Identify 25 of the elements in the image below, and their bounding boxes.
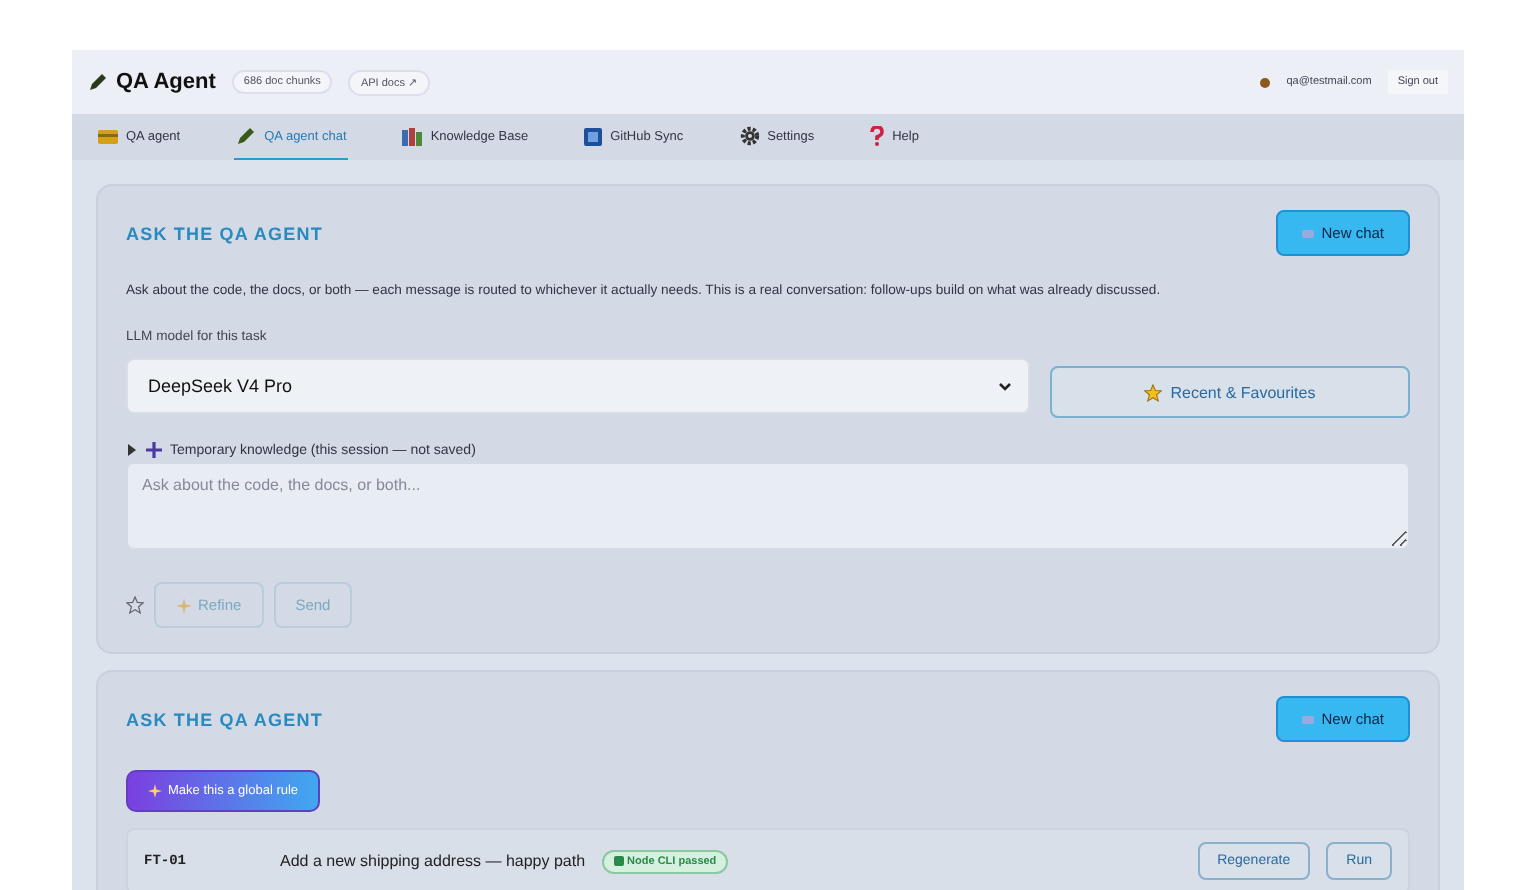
question-input[interactable]: Ask about the code, the docs, or both... [126, 462, 1410, 550]
panel-title: ASK THE QA AGENT [126, 709, 323, 729]
recent-favourites-button[interactable]: Recent & Favourites [1050, 366, 1410, 418]
pencil-icon [88, 72, 108, 92]
help-icon [870, 126, 885, 146]
sparkle-icon [176, 597, 192, 613]
favourite-star-icon[interactable] [126, 596, 144, 614]
plus-icon [146, 442, 162, 458]
disclosure-triangle-icon [126, 444, 138, 456]
app-title: QA Agent [116, 70, 216, 94]
settings-icon [739, 126, 760, 146]
user-icon [1260, 77, 1271, 87]
chevron-down-icon [998, 381, 1012, 391]
star-icon [1144, 383, 1163, 401]
card-icon [98, 129, 118, 143]
books-icon [402, 127, 423, 145]
model-select[interactable]: DeepSeek V4 Pro [126, 358, 1030, 414]
test-title: Add a new shipping address — happy path [280, 852, 586, 870]
sparkle-icon [148, 784, 162, 798]
chat-icon [1301, 229, 1314, 237]
panel-title: ASK THE QA AGENT [126, 223, 323, 243]
pencil-icon [236, 126, 257, 146]
checkbox-icon [613, 856, 624, 866]
chat-icon [1301, 715, 1314, 723]
square-icon [584, 127, 603, 145]
